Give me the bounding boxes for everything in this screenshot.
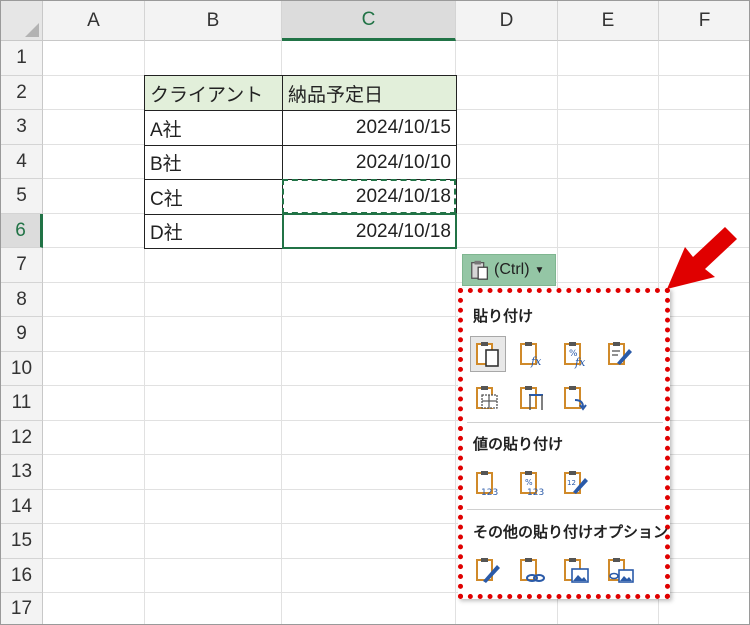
select-all-corner[interactable] (1, 1, 43, 41)
table-cell-date[interactable]: 2024/10/10 (282, 145, 457, 180)
clipboard-icon (471, 260, 488, 280)
paste-formatting-icon[interactable] (470, 552, 506, 588)
row-header-3[interactable]: 3 (1, 110, 43, 145)
gridline (43, 282, 749, 283)
paste-options-button[interactable]: (Ctrl) ▼ (462, 254, 556, 286)
spreadsheet: A B C D E F 1 2 3 4 5 6 7 8 9 10 11 12 1… (0, 0, 750, 625)
menu-separator (467, 422, 663, 423)
row-header-15[interactable]: 15 (1, 524, 43, 559)
row-header-14[interactable]: 14 (1, 490, 43, 524)
paste-link-icon[interactable] (514, 552, 550, 588)
row-header-2[interactable]: 2 (1, 76, 43, 110)
row-header-4[interactable]: 4 (1, 145, 43, 179)
table-cell-date[interactable]: 2024/10/18 (282, 214, 457, 249)
column-header-b[interactable]: B (145, 1, 282, 41)
svg-text:123: 123 (481, 488, 498, 498)
table-cell-client[interactable]: C社 (144, 179, 283, 215)
paste-values-number-format-icon[interactable]: % 123 (514, 465, 550, 501)
row-header-16[interactable]: 16 (1, 559, 43, 593)
paste-keep-source-formatting-icon[interactable] (602, 336, 638, 372)
svg-text:%: % (525, 478, 533, 487)
column-header-f[interactable]: F (659, 1, 749, 41)
red-pointer-arrow-icon (667, 227, 737, 289)
row-header-6[interactable]: 6 (1, 214, 43, 248)
paste-keep-column-widths-icon[interactable] (514, 380, 550, 416)
row-header-1[interactable]: 1 (1, 41, 43, 76)
chevron-down-icon: ▼ (534, 264, 545, 276)
svg-text:fx: fx (530, 355, 542, 368)
column-header-e[interactable]: E (558, 1, 659, 41)
paste-values-icon[interactable]: 123 (470, 465, 506, 501)
paste-icon[interactable] (470, 336, 506, 372)
paste-formulas-icon[interactable]: fx (514, 336, 550, 372)
row-header-10[interactable]: 10 (1, 352, 43, 386)
row-header-13[interactable]: 13 (1, 455, 43, 490)
menu-separator (467, 509, 663, 510)
table-cell-date[interactable]: 2024/10/15 (282, 110, 457, 146)
row-header-17[interactable]: 17 (1, 593, 43, 624)
paste-linked-picture-icon[interactable] (602, 552, 638, 588)
table-header-client[interactable]: クライアント (144, 75, 283, 111)
paste-options-label: (Ctrl) (494, 261, 530, 278)
svg-text:fx: fx (574, 356, 586, 369)
paste-options-menu: 貼り付け fx % fx 値の貼り付け 123 % 123 12 その他の貼り付… (458, 288, 670, 599)
row-header-7[interactable]: 7 (1, 248, 43, 283)
paste-formulas-number-format-icon[interactable]: % fx (558, 336, 594, 372)
paste-values-source-formatting-icon[interactable]: 12 (558, 465, 594, 501)
paste-picture-icon[interactable] (558, 552, 594, 588)
table-cell-date[interactable]: 2024/10/18 (282, 179, 457, 215)
table-cell-client[interactable]: B社 (144, 145, 283, 180)
table-header-delivery-date[interactable]: 納品予定日 (282, 75, 457, 111)
row-header-12[interactable]: 12 (1, 421, 43, 455)
table-cell-client[interactable]: D社 (144, 214, 283, 249)
select-all-triangle-icon (25, 23, 39, 37)
column-header-c[interactable]: C (282, 1, 456, 41)
row-header-11[interactable]: 11 (1, 386, 43, 421)
column-header-a[interactable]: A (43, 1, 145, 41)
section-title-paste-values: 値の貼り付け (473, 436, 564, 453)
section-title-other-paste-options: その他の貼り付けオプション (473, 524, 669, 541)
svg-text:123: 123 (527, 488, 544, 498)
paste-transpose-icon[interactable] (558, 380, 594, 416)
row-header-8[interactable]: 8 (1, 283, 43, 317)
section-title-paste: 貼り付け (473, 308, 534, 325)
paste-no-borders-icon[interactable] (470, 380, 506, 416)
column-header-d[interactable]: D (456, 1, 558, 41)
svg-text:12: 12 (567, 479, 576, 487)
table-cell-client[interactable]: A社 (144, 110, 283, 146)
row-header-9[interactable]: 9 (1, 317, 43, 352)
row-header-5[interactable]: 5 (1, 179, 43, 214)
